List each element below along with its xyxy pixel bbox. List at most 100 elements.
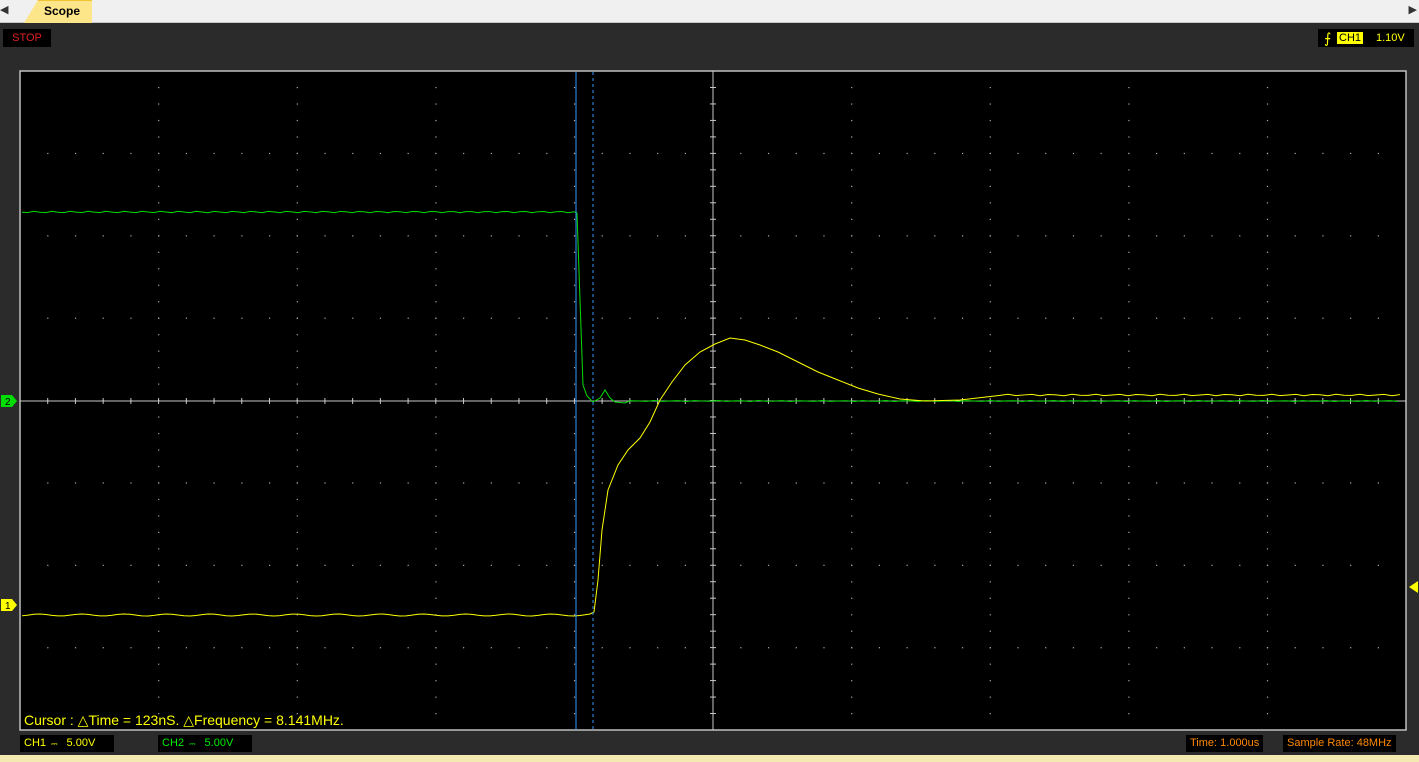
grid-dot bbox=[1377, 235, 1379, 237]
grid-dot bbox=[1266, 696, 1269, 698]
grid-dot bbox=[158, 515, 160, 517]
grid-dot bbox=[1128, 663, 1130, 665]
grid-dot bbox=[1072, 482, 1075, 484]
grid-dot bbox=[268, 482, 271, 484]
grid-dot bbox=[684, 235, 686, 237]
grid-dot bbox=[241, 647, 243, 649]
ch2-level-marker[interactable]: 2 bbox=[1, 395, 17, 408]
grid-dot bbox=[102, 647, 104, 649]
grid-dot bbox=[435, 284, 437, 286]
grid-dot bbox=[102, 482, 104, 484]
grid-dot bbox=[158, 564, 160, 566]
grid-dot bbox=[1128, 581, 1130, 583]
grid-dot bbox=[989, 581, 991, 583]
grid-dot bbox=[851, 630, 853, 632]
grid-dot bbox=[407, 482, 409, 484]
grid-dot bbox=[1045, 317, 1047, 319]
grid-dot bbox=[435, 103, 437, 105]
grid-dot bbox=[573, 334, 576, 336]
ch1-level-marker[interactable]: 1 bbox=[1, 599, 17, 612]
grid-dot bbox=[296, 465, 298, 468]
grid-dot bbox=[851, 614, 853, 616]
grid-dot bbox=[851, 498, 853, 501]
grid-dot bbox=[851, 185, 853, 188]
grid-dot bbox=[1266, 564, 1269, 566]
grid-dot bbox=[1266, 169, 1269, 171]
grid-dot bbox=[989, 218, 991, 220]
grid-dot bbox=[1266, 317, 1269, 319]
grid-dot bbox=[158, 465, 160, 468]
grid-dot bbox=[407, 564, 409, 566]
grid-dot bbox=[1211, 235, 1213, 237]
grid-dot bbox=[1128, 449, 1130, 451]
grid-dot bbox=[490, 564, 492, 566]
grid-dot bbox=[1211, 317, 1213, 319]
grid-dot bbox=[435, 152, 437, 155]
grid-dot bbox=[740, 317, 742, 319]
ch2-scale-box[interactable]: CH2 ⎓ 5.00V bbox=[158, 735, 252, 752]
grid-dot bbox=[823, 564, 825, 566]
grid-dot bbox=[767, 647, 770, 649]
grid-dot bbox=[1266, 235, 1269, 237]
ch1-scale-box[interactable]: CH1 ⎓ 5.00V bbox=[20, 735, 114, 752]
grid-dot bbox=[102, 564, 104, 566]
grid-dot bbox=[1322, 647, 1324, 649]
channel-status-bar: CH1 ⎓ 5.00V CH2 ⎓ 5.00V Time: 1.000us Sa… bbox=[0, 733, 1419, 755]
grid-dot bbox=[823, 235, 825, 237]
grid-dot bbox=[989, 482, 991, 484]
scope-display[interactable]: 2 1 Cursor : △Time = 123nS. △Frequency =… bbox=[0, 0, 1419, 762]
ch2-name: CH2 bbox=[162, 737, 185, 749]
grid-dot bbox=[1239, 647, 1241, 649]
grid-dot bbox=[601, 152, 603, 155]
grid-dot bbox=[851, 119, 853, 122]
grid-dot bbox=[296, 498, 298, 501]
grid-dot bbox=[629, 317, 631, 319]
grid-dot bbox=[851, 713, 853, 715]
grid-dot bbox=[767, 152, 770, 155]
grid-dot bbox=[851, 515, 853, 517]
grid-dot bbox=[1128, 548, 1130, 550]
grid-dot bbox=[490, 482, 492, 484]
grid-dot bbox=[657, 564, 659, 566]
grid-dot bbox=[268, 647, 271, 649]
grid-dot bbox=[851, 680, 853, 682]
grid-dot bbox=[296, 548, 298, 550]
sample-rate-readout[interactable]: Sample Rate: 48MHz bbox=[1283, 735, 1396, 752]
grid-dot bbox=[767, 317, 770, 319]
grid-dot bbox=[296, 383, 298, 385]
grid-dot bbox=[1072, 235, 1075, 237]
grid-dot bbox=[851, 581, 853, 583]
grid-dot bbox=[1128, 284, 1130, 286]
grid-dot bbox=[767, 482, 770, 484]
grid-dot bbox=[158, 169, 160, 171]
grid-dot bbox=[767, 235, 770, 237]
grid-dot bbox=[324, 317, 326, 319]
grid-dot bbox=[296, 449, 298, 451]
grid-dot bbox=[1266, 498, 1269, 501]
grid-dot bbox=[379, 152, 382, 155]
grid-dot bbox=[1266, 465, 1269, 468]
grid-dot bbox=[1350, 564, 1352, 566]
grid-dot bbox=[1266, 268, 1269, 270]
grid-dot bbox=[1100, 482, 1102, 484]
grid-dot bbox=[435, 581, 437, 583]
trigger-level-marker[interactable] bbox=[1409, 581, 1418, 593]
timebase-readout[interactable]: Time: 1.000us bbox=[1186, 735, 1264, 752]
grid-dot bbox=[851, 284, 853, 286]
grid-dot bbox=[1266, 383, 1269, 385]
grid-dot bbox=[1017, 564, 1019, 566]
grid-dot bbox=[1294, 482, 1296, 484]
grid-dot bbox=[989, 383, 991, 385]
grid-dot bbox=[518, 152, 520, 155]
grid-dot bbox=[1322, 235, 1324, 237]
grid-dot bbox=[573, 548, 576, 550]
grid-dot bbox=[1128, 235, 1130, 237]
grid-dot bbox=[1266, 301, 1269, 303]
grid-dot bbox=[1072, 564, 1075, 566]
grid-dot bbox=[1072, 152, 1075, 155]
grid-dot bbox=[47, 564, 49, 566]
grid-dot bbox=[1183, 317, 1185, 319]
grid-dot bbox=[1266, 663, 1269, 665]
grid-dot bbox=[740, 647, 742, 649]
grid-dot bbox=[684, 152, 686, 155]
